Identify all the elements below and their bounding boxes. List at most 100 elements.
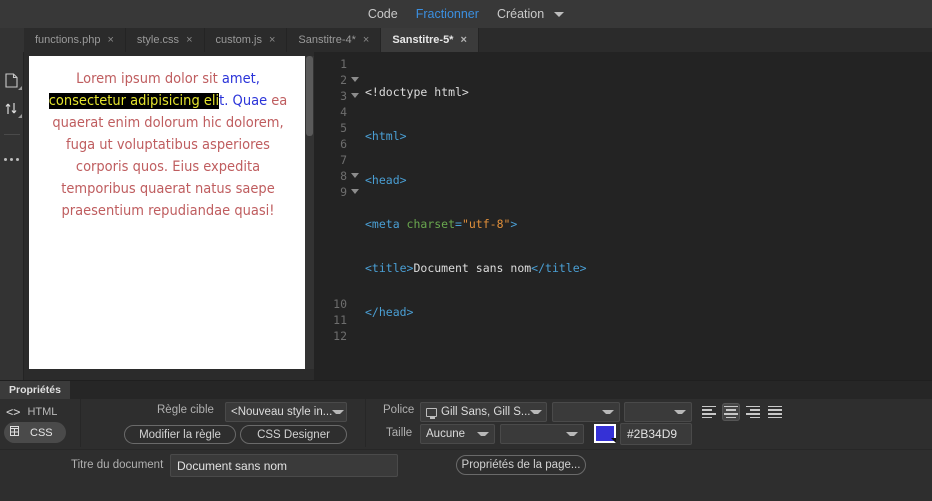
page-properties-button[interactable]: Propriétés de la page... [456, 455, 586, 475]
font-style-dropdown[interactable] [552, 402, 620, 422]
code-val-utf8: "utf-8" [461, 217, 511, 231]
line-number: 10 [333, 297, 347, 311]
tab-label: style.css [136, 34, 180, 46]
font-weight-dropdown[interactable] [624, 402, 692, 422]
align-center-button[interactable] [722, 403, 740, 421]
line-number: 7 [340, 153, 347, 167]
code-tag-head: <head> [365, 173, 407, 187]
css-mode-button[interactable]: CSS [4, 422, 66, 443]
line-number: 5 [340, 121, 347, 135]
chevron-down-icon[interactable] [554, 11, 565, 17]
tab-custom-js[interactable]: custom.js × [204, 28, 288, 52]
tab-style-css[interactable]: style.css × [125, 28, 205, 52]
font-size-dropdown[interactable]: Aucune [420, 424, 495, 444]
line-number: 9 [314, 184, 359, 200]
color-swatch-button[interactable] [594, 424, 616, 443]
line-number: 11 [333, 313, 347, 327]
view-mode-code[interactable]: Code [368, 8, 398, 21]
tab-sanstitre-5[interactable]: Sanstitre-5* × [381, 28, 479, 52]
close-icon[interactable]: × [460, 34, 466, 46]
line-number-blank [314, 232, 350, 248]
design-text-seg-1: Lorem ipsum dolor sit [76, 71, 222, 87]
font-size-unit-dropdown[interactable] [500, 424, 584, 444]
more-options-dots-icon[interactable] [1, 145, 23, 173]
align-justify-button[interactable] [766, 403, 784, 421]
code-text-area[interactable]: <!doctype html> <html> <head> <meta char… [350, 52, 932, 380]
font-family-value: Gill Sans, Gill S... [441, 406, 531, 418]
font-size-value: Aucune [426, 428, 466, 440]
line-number-blank [314, 264, 350, 280]
tab-label: Sanstitre-5* [392, 34, 454, 46]
line-number-blank [314, 200, 350, 216]
line-number: 2 [314, 72, 359, 88]
close-icon[interactable]: × [107, 34, 113, 46]
line-number: 8 [314, 168, 359, 184]
tab-functions-php[interactable]: functions.php × [24, 28, 126, 52]
chevron-down-icon [602, 410, 614, 414]
tab-label: Sanstitre-4* [298, 34, 356, 46]
swap-vertical-arrows-icon[interactable] [1, 94, 23, 122]
tab-label: functions.php [35, 34, 101, 46]
code-gutter: 1 2 3 4 5 6 7 8 9 10 11 12 [314, 52, 359, 380]
design-page-canvas[interactable]: Lorem ipsum dolor sit amet, consectetur … [29, 56, 307, 369]
properties-row-top: <> HTML CSS Règle cible <Nouveau style i… [0, 399, 932, 449]
expand-corner-icon[interactable] [17, 86, 22, 90]
view-mode-creation[interactable]: Création [497, 8, 544, 21]
align-right-button[interactable] [744, 403, 762, 421]
document-title-input[interactable]: Document sans nom [170, 454, 398, 477]
chevron-down-icon [477, 432, 489, 436]
panel-divider [80, 399, 81, 447]
tab-sanstitre-4[interactable]: Sanstitre-4* × [287, 28, 382, 52]
tab-proprietes[interactable]: Propriétés [0, 381, 70, 399]
file-document-icon[interactable] [1, 66, 23, 94]
align-left-button[interactable] [700, 403, 718, 421]
line-number: 3 [314, 88, 359, 104]
close-icon[interactable]: × [363, 34, 369, 46]
code-tag-title-close: </title> [531, 261, 587, 275]
line-number: 12 [333, 329, 347, 343]
fold-triangle-icon[interactable] [351, 77, 359, 82]
line-number-blank [314, 216, 350, 232]
document-title-label: Titre du document [71, 459, 164, 471]
design-scrollbar[interactable] [305, 56, 314, 369]
color-hex-field[interactable]: #2B34D9 [620, 423, 692, 445]
html-mode-button[interactable]: <> HTML [0, 401, 76, 422]
design-scrollbar-thumb[interactable] [306, 56, 313, 136]
chevron-down-icon [332, 410, 345, 414]
line-number: 6 [340, 137, 347, 151]
code-tag-head-close: </head> [365, 305, 414, 319]
chevron-down-icon [566, 432, 578, 436]
code-line-4: <meta charset="utf-8"> [365, 217, 518, 231]
fold-triangle-icon[interactable] [351, 93, 359, 98]
code-line-7-blank [365, 348, 932, 364]
design-paragraph[interactable]: Lorem ipsum dolor sit amet, consectetur … [29, 56, 307, 222]
code-view-pane[interactable]: 1 2 3 4 5 6 7 8 9 10 11 12 <!doctype htm… [314, 52, 932, 380]
target-rule-value: <Nouveau style in... [231, 406, 333, 418]
properties-tab-strip: Propriétés [0, 381, 932, 399]
code-tag-title-open: <title> [365, 261, 414, 275]
tabbar-lead-spacer [0, 28, 24, 52]
html-css-toggle: <> HTML CSS [0, 401, 76, 443]
close-icon[interactable]: × [186, 34, 192, 46]
design-text-seg-4: t. Quae [219, 93, 268, 110]
code-line-3: <head> [365, 172, 932, 188]
line-number-blank [314, 248, 350, 264]
code-line-6: </head> [365, 304, 932, 320]
design-text-selection[interactable]: consectetur adipisicing eli [48, 93, 220, 110]
fold-triangle-icon[interactable] [351, 173, 359, 178]
target-rule-label: Règle cible [157, 404, 214, 416]
edit-rule-button[interactable]: Modifier la règle [124, 425, 236, 444]
rail-divider [3, 134, 20, 135]
view-mode-toolbar: Code Fractionner Création [0, 0, 932, 28]
fold-triangle-icon[interactable] [351, 189, 359, 194]
tab-label: custom.js [215, 34, 262, 46]
target-rule-dropdown[interactable]: <Nouveau style in... [225, 402, 347, 422]
code-tag-meta: <meta [365, 217, 407, 231]
html-mode-label: HTML [27, 405, 58, 418]
chevron-down-icon [674, 410, 686, 414]
css-designer-button[interactable]: CSS Designer [240, 425, 347, 444]
view-mode-fractionner[interactable]: Fractionner [416, 8, 479, 21]
font-family-dropdown[interactable]: Gill Sans, Gill S... [420, 402, 547, 422]
close-icon[interactable]: × [269, 34, 275, 46]
expand-corner-icon[interactable] [17, 114, 22, 118]
